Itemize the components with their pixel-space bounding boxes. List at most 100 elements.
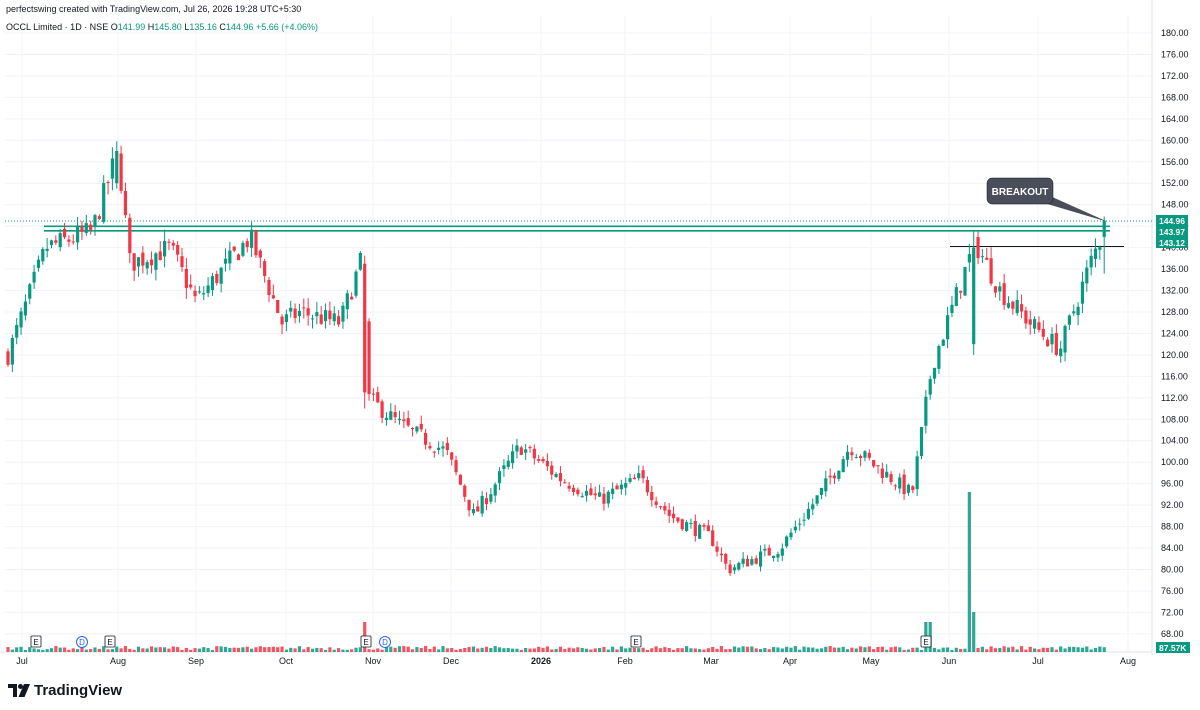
volume-bar <box>745 646 750 652</box>
volume-bar <box>519 649 523 652</box>
candle-body <box>223 258 228 264</box>
candle-body <box>702 524 706 527</box>
price-badge-label: 143.12 <box>1159 238 1185 248</box>
candle-body <box>328 310 332 320</box>
candle-body <box>1037 322 1041 330</box>
candle-body <box>106 182 110 184</box>
volume-badge: 87.57K <box>1156 642 1190 653</box>
volume-bar <box>728 648 732 652</box>
volume-bar <box>567 647 571 652</box>
price-axis[interactable]: 180.00 176.00 172.00 168.00 164.00 160.00 156.… <box>1156 28 1190 653</box>
candle-body <box>380 401 384 418</box>
candle-body <box>306 308 310 316</box>
volume-bar <box>563 648 567 652</box>
earnings-marker-label: E <box>633 638 638 647</box>
candle-body <box>32 271 36 283</box>
candle-body <box>750 559 754 565</box>
volume-bars <box>6 492 1106 652</box>
volume-bar <box>306 647 310 652</box>
volume-bar <box>706 648 710 652</box>
volume-bar <box>667 648 671 652</box>
candle-body <box>97 216 101 220</box>
candle-body <box>1102 220 1106 237</box>
candle-body <box>76 227 80 243</box>
volume-bar <box>593 648 597 652</box>
volume-bar <box>1089 649 1093 652</box>
candle-body <box>136 257 141 267</box>
price-grid <box>0 0 1153 655</box>
tradingview-logo[interactable]: TradingView <box>8 682 122 699</box>
horizontal-levels <box>5 220 1152 248</box>
volume-bar <box>680 648 684 652</box>
volume-bar <box>1072 646 1076 652</box>
volume-bar <box>663 647 667 652</box>
candle-body <box>728 564 732 574</box>
price-tick-label: 80.00 <box>1161 565 1184 575</box>
candle-body <box>406 418 410 426</box>
time-axis[interactable]: Jul Aug Sep Oct Nov Dec 2026 Feb Mar Apr May Jun Jul… <box>16 656 1136 666</box>
volume-bar <box>71 648 75 652</box>
created-by-line: perfectswing created with TradingView.co… <box>6 4 302 14</box>
volume-bar <box>650 648 654 652</box>
candle-body <box>45 248 49 251</box>
candle-body <box>972 247 976 345</box>
volume-bar <box>54 646 58 652</box>
volume-bar <box>946 647 950 652</box>
candle-body <box>458 474 462 485</box>
low-value: 135.16 <box>189 22 217 32</box>
candle-body <box>58 233 62 248</box>
candle-body <box>580 496 584 498</box>
candle-body <box>619 484 623 490</box>
candle-body <box>885 471 889 478</box>
volume-bar <box>885 649 889 652</box>
time-tick-label: Jul <box>16 656 28 666</box>
price-badge: 143.97 <box>1156 226 1188 237</box>
candle-body <box>180 256 184 268</box>
volume-bar <box>354 647 358 652</box>
volume-bar <box>537 646 541 652</box>
volume-bar <box>584 648 589 652</box>
candle-body <box>811 504 815 510</box>
volume-bar <box>611 646 615 652</box>
candle-body <box>41 248 45 262</box>
volume-bar <box>702 649 706 652</box>
candle-body <box>132 253 136 271</box>
candle-body <box>341 305 345 322</box>
candle-body <box>845 451 850 460</box>
volume-bar <box>545 646 549 652</box>
candle-body <box>724 553 728 564</box>
volume-bar <box>402 646 406 652</box>
volume-bar <box>437 649 441 652</box>
volume-bar <box>619 646 623 652</box>
volume-bar <box>302 649 306 652</box>
volume-bar <box>685 646 689 652</box>
price-tick-label: 160.00 <box>1161 135 1189 145</box>
volume-bar <box>58 647 62 652</box>
candle-body <box>154 253 158 270</box>
volume-bar <box>28 647 32 652</box>
candle-body <box>741 558 745 564</box>
volume-bar <box>323 649 328 652</box>
volume-bar <box>719 646 723 652</box>
price-tick-label: 120.00 <box>1161 350 1189 360</box>
volume-bar <box>815 648 819 652</box>
candle-body <box>715 546 719 552</box>
volume-bar <box>676 648 680 652</box>
candle-body <box>410 428 415 430</box>
volume-bar <box>202 647 206 652</box>
candle-body <box>1085 267 1089 284</box>
price-tick-label: 156.00 <box>1161 157 1189 167</box>
price-tick-label: 112.00 <box>1161 393 1188 403</box>
volume-bar <box>1080 647 1085 652</box>
candle-body <box>19 311 23 328</box>
dividend-marker-label: D <box>79 638 85 647</box>
volume-bar <box>576 647 580 652</box>
candle-body <box>358 253 362 270</box>
time-tick-label: Jun <box>942 656 957 666</box>
volume-bar <box>1041 647 1045 652</box>
volume-bar <box>1019 646 1024 652</box>
candle-body <box>850 452 854 456</box>
price-tick-label: 76.00 <box>1161 586 1184 596</box>
chart-canvas[interactable]: E D E E D E E 180.00 176.00 172.00 168.00 164.00 16… <box>0 0 1200 710</box>
candle-body <box>593 493 597 496</box>
